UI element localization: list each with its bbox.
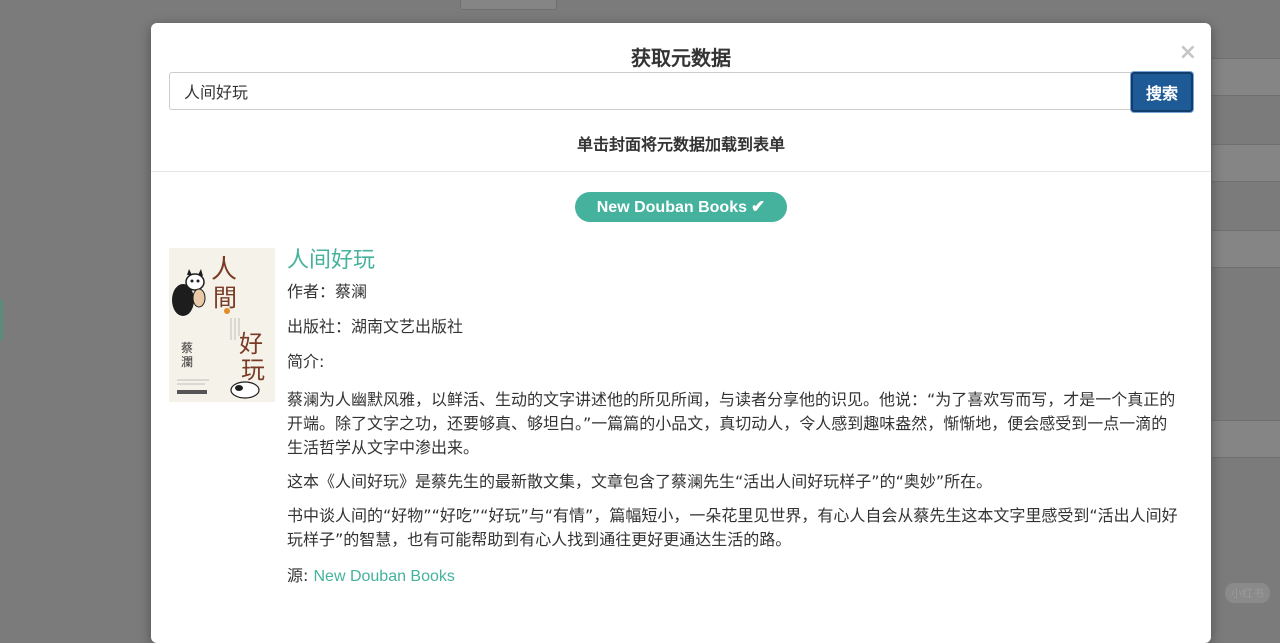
source-label: 源: bbox=[287, 566, 314, 585]
search-input[interactable] bbox=[169, 72, 1144, 110]
background-tab bbox=[460, 0, 557, 10]
watermark: 小红书 bbox=[1225, 583, 1270, 603]
modal-title: 获取元数据 bbox=[631, 46, 731, 70]
source-badge-label: New Douban Books bbox=[596, 199, 747, 216]
search-bar: 搜索 bbox=[169, 72, 1193, 112]
background-row bbox=[1212, 420, 1280, 458]
svg-text:玩: 玩 bbox=[241, 356, 265, 384]
publisher-value: 湖南文艺出版社 bbox=[351, 317, 464, 336]
source-badge-new-douban-books[interactable]: New Douban Books ✔ bbox=[575, 192, 787, 222]
check-icon: ✔ bbox=[750, 197, 766, 216]
cover-click-hint: 单击封面将元数据加载到表单 bbox=[576, 135, 785, 154]
author-value: 蔡澜 bbox=[335, 282, 368, 301]
author-label: 作者： bbox=[287, 282, 336, 301]
book-cover-illustration: 人 間 好 玩 蔡 瀾 bbox=[169, 248, 275, 402]
close-button[interactable]: × bbox=[1179, 42, 1197, 64]
description-paragraph: 蔡澜为人幽默风雅，以鲜活、生动的文字讲述他的所见所闻，与读者分享他的识见。他说：… bbox=[287, 390, 1176, 457]
book-cover[interactable]: 人 間 好 玩 蔡 瀾 bbox=[169, 248, 275, 402]
background-row bbox=[1212, 144, 1280, 182]
svg-text:瀾: 瀾 bbox=[181, 355, 193, 369]
metadata-modal: 获取元数据 × 搜索 单击封面将元数据加载到表单 New Douban Book… bbox=[151, 23, 1211, 643]
description-paragraph: 书中谈人间的“好物”“好吃”“好玩”与“有情”，篇幅短小，一朵花里见世界，有心人… bbox=[287, 506, 1178, 549]
source-line: 源: New Douban Books bbox=[287, 564, 1179, 589]
author-field: 作者：蔡澜 bbox=[287, 282, 1179, 302]
svg-text:間: 間 bbox=[213, 284, 237, 312]
modal-header: 获取元数据 × 搜索 单击封面将元数据加载到表单 bbox=[151, 23, 1211, 172]
book-title[interactable]: 人间好玩 bbox=[287, 248, 1179, 276]
svg-text:蔡: 蔡 bbox=[181, 341, 193, 355]
svg-text:人: 人 bbox=[211, 255, 237, 285]
source-link[interactable]: New Douban Books bbox=[313, 568, 454, 585]
book-info: 人间好玩 作者：蔡澜 出版社：湖南文艺出版社 简介: 蔡澜为人幽默风雅，以鲜活、… bbox=[287, 248, 1179, 589]
background-accent bbox=[0, 300, 3, 340]
publisher-label: 出版社： bbox=[287, 317, 352, 336]
svg-text:好: 好 bbox=[239, 330, 263, 358]
background-row bbox=[1212, 58, 1280, 96]
description-paragraph: 这本《人间好玩》是蔡先生的最新散文集，文章包含了蔡澜先生“活出人间好玩样子”的“… bbox=[287, 472, 993, 491]
description-label: 简介: bbox=[287, 352, 325, 371]
background-row bbox=[1212, 230, 1280, 268]
search-button[interactable]: 搜索 bbox=[1131, 72, 1193, 112]
publisher-field: 出版社：湖南文艺出版社 bbox=[287, 317, 1179, 337]
